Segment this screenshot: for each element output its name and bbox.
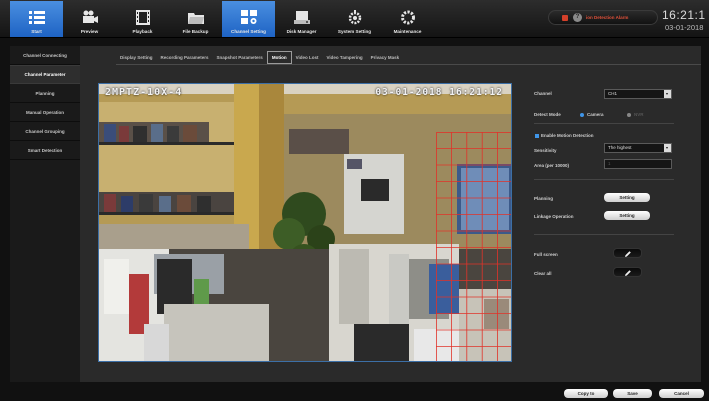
help-icon[interactable]: ? xyxy=(573,13,582,22)
linkage-label: Linkage Operation xyxy=(534,214,574,219)
planning-setting-button[interactable]: Setting xyxy=(604,193,650,202)
tab-privacy-mask[interactable]: Privacy Mask xyxy=(367,51,404,64)
sidebar-item-channel-grouping[interactable]: Channel Grouping xyxy=(10,122,80,141)
chevron-down-icon xyxy=(664,90,671,98)
save-button[interactable]: Save xyxy=(613,389,652,398)
divider xyxy=(534,234,674,235)
camera-name-overlay: 2MPTZ-10X-4 xyxy=(105,87,183,98)
playback-icon xyxy=(135,10,150,25)
sidebar-item-planning[interactable]: Planning xyxy=(10,84,80,103)
tab-underline xyxy=(116,64,701,65)
clock-date: 03-01-2018 xyxy=(665,23,704,32)
chevron-down-icon xyxy=(664,144,671,152)
sidebar: Channel Connecting Channel Parameter Pla… xyxy=(10,46,80,382)
sidebar-item-channel-connecting[interactable]: Channel Connecting xyxy=(10,46,80,65)
sensitivity-label: Sensitivity xyxy=(534,148,557,153)
nav-channel-setting[interactable]: Channel Setting xyxy=(222,1,275,37)
top-bar: Start Preview Playback File Backup Chann… xyxy=(0,0,709,38)
area-input-value: 1 xyxy=(608,161,611,166)
sensitivity-select[interactable]: The highest xyxy=(604,143,672,153)
pencil-icon xyxy=(625,251,631,257)
enable-motion-label: Enable Motion Detection xyxy=(541,133,594,138)
clock-time: 16:21:1 xyxy=(662,8,706,22)
nav-preview-label: Preview xyxy=(80,29,99,34)
planning-label: Planning xyxy=(534,196,553,201)
maintenance-gear-icon xyxy=(400,10,415,25)
app-root: Start Preview Playback File Backup Chann… xyxy=(0,0,709,401)
sidebar-item-label: Planning xyxy=(35,90,55,96)
divider xyxy=(534,179,674,180)
channel-select[interactable]: CH1 xyxy=(604,89,672,99)
motion-video-preview[interactable]: 2MPTZ-10X-4 03-01-2018 16:21:12 xyxy=(98,83,512,362)
detect-mode-camera-radio[interactable] xyxy=(580,113,584,117)
detect-mode-nvr-label: NVR xyxy=(634,112,644,117)
top-navigation: Start Preview Playback File Backup Chann… xyxy=(10,1,434,37)
area-label: Area (per 10000) xyxy=(534,163,570,168)
nav-disk-manager-label: Disk Manager xyxy=(286,29,317,34)
sidebar-item-label: Manual Operation xyxy=(25,109,64,115)
channel-label: Channel xyxy=(534,91,552,96)
divider xyxy=(534,123,674,124)
content-panel: Display Setting Recording Parameters Sna… xyxy=(80,46,701,382)
nav-channel-setting-label: Channel Setting xyxy=(231,29,266,34)
linkage-setting-button[interactable]: Setting xyxy=(604,211,650,220)
nav-disk-manager[interactable]: Disk Manager xyxy=(275,1,328,37)
tab-display-setting[interactable]: Display Setting xyxy=(116,51,157,64)
nav-preview[interactable]: Preview xyxy=(63,1,116,37)
tab-recording-parameters[interactable]: Recording Parameters xyxy=(157,51,213,64)
clear-all-label: Clear all xyxy=(534,271,552,276)
sidebar-item-channel-parameter[interactable]: Channel Parameter xyxy=(10,65,80,84)
detect-mode-camera-label: Camera xyxy=(587,112,604,117)
enable-motion-checkbox[interactable] xyxy=(535,134,539,138)
nav-file-backup[interactable]: File Backup xyxy=(169,1,222,37)
camera-timestamp-overlay: 03-01-2018 16:21:12 xyxy=(375,87,503,98)
alarm-text: ion Detection Alarm xyxy=(586,15,629,20)
clear-all-button[interactable] xyxy=(613,267,642,277)
fullscreen-button[interactable] xyxy=(613,248,642,258)
sidebar-item-manual-operation[interactable]: Manual Operation xyxy=(10,103,80,122)
nav-start[interactable]: Start xyxy=(10,1,63,37)
alarm-status-dot xyxy=(562,15,568,21)
detect-mode-nvr-radio[interactable] xyxy=(627,113,631,117)
sidebar-item-label: Channel Connecting xyxy=(23,52,67,58)
fullscreen-label: Full screen xyxy=(534,252,558,257)
sidebar-item-label: Channel Parameter xyxy=(24,72,66,77)
tab-motion[interactable]: Motion xyxy=(266,51,292,64)
copy-to-button[interactable]: Copy to xyxy=(564,389,608,398)
preview-icon xyxy=(82,10,98,23)
nav-file-backup-label: File Backup xyxy=(182,29,209,34)
nav-start-label: Start xyxy=(31,29,42,34)
sidebar-item-label: Channel Grouping xyxy=(25,128,65,134)
disk-icon xyxy=(293,11,310,24)
tab-bar: Display Setting Recording Parameters Sna… xyxy=(116,51,403,64)
nav-system-setting-label: System Setting xyxy=(337,29,372,34)
sidebar-item-smart-detection[interactable]: Smart Detection xyxy=(10,141,80,160)
detect-mode-label: Detect Mode xyxy=(534,112,561,117)
nav-system-setting[interactable]: System Setting xyxy=(328,1,381,37)
pencil-icon xyxy=(625,270,631,276)
sensitivity-select-value: The highest xyxy=(608,145,632,150)
sidebar-item-label: Smart Detection xyxy=(27,147,63,153)
start-menu-icon xyxy=(28,11,45,24)
nav-playback-label: Playback xyxy=(132,29,153,34)
channel-setting-icon xyxy=(240,10,257,24)
motion-detection-grid[interactable] xyxy=(436,132,512,362)
tab-video-lost[interactable]: Video Lost xyxy=(292,51,323,64)
tab-snapshot-parameters[interactable]: Snapshot Parameters xyxy=(213,51,267,64)
alarm-indicator[interactable]: ? ion Detection Alarm xyxy=(548,10,658,25)
folder-icon xyxy=(187,13,204,24)
area-input[interactable]: 1 xyxy=(604,159,672,169)
nav-maintenance[interactable]: Maintenance xyxy=(381,1,434,37)
tab-video-tampering[interactable]: Video Tampering xyxy=(323,51,367,64)
cancel-button[interactable]: Cancel xyxy=(659,389,704,398)
system-gear-icon xyxy=(348,10,361,25)
nav-playback[interactable]: Playback xyxy=(116,1,169,37)
nav-maintenance-label: Maintenance xyxy=(393,29,422,34)
channel-select-value: CH1 xyxy=(608,91,618,96)
